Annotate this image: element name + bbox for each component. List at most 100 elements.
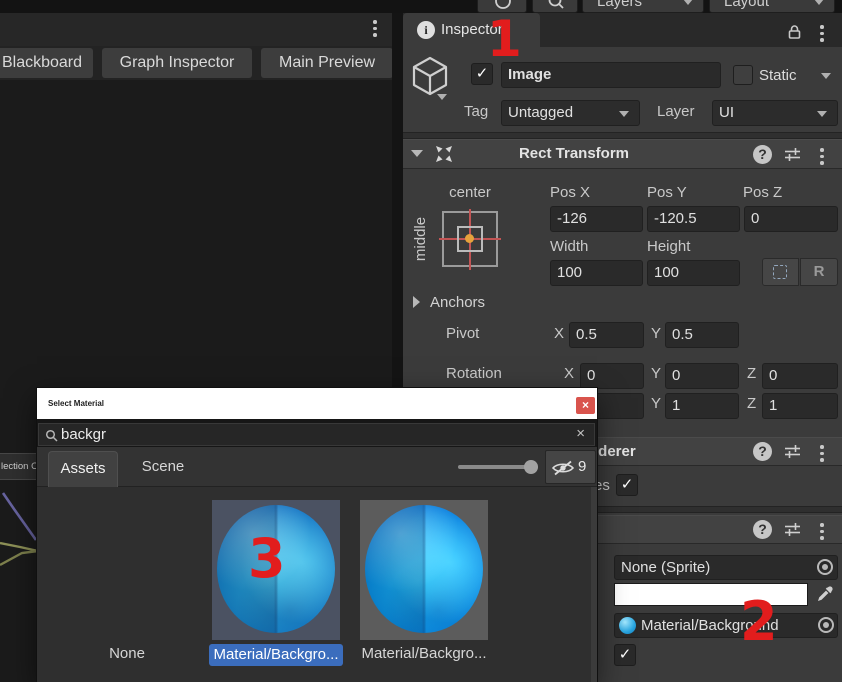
tab-main-preview[interactable]: Main Preview [261, 48, 393, 78]
static-checkbox[interactable] [733, 65, 753, 85]
width-field[interactable]: 100 [550, 260, 643, 286]
presets-icon[interactable] [784, 444, 801, 459]
material-item-none-label[interactable]: None [67, 645, 187, 662]
presets-icon[interactable] [784, 147, 801, 162]
scale-z-value: 1 [769, 397, 777, 414]
annotation-3: 3 [248, 532, 286, 586]
scale-z-field[interactable]: 1 [762, 393, 838, 419]
thumbnail-size-slider-handle[interactable] [524, 460, 538, 474]
help-icon[interactable]: ? [753, 145, 772, 164]
pos-y-label: Pos Y [647, 184, 687, 201]
rotation-x-field[interactable]: 0 [580, 363, 644, 389]
color-swatch[interactable] [614, 583, 808, 606]
rotation-y-field[interactable]: 0 [665, 363, 739, 389]
pivot-x-field[interactable]: 0.5 [569, 322, 644, 348]
material-field[interactable]: Material/Background [614, 613, 838, 638]
tab-graph-inspector[interactable]: Graph Inspector [102, 48, 252, 78]
layers-dropdown[interactable]: Layers [582, 0, 704, 13]
eyedropper-icon[interactable] [816, 585, 834, 603]
tab-main-preview-label: Main Preview [279, 54, 375, 71]
axis-y-label: Y [651, 365, 661, 382]
object-picker-icon[interactable] [818, 617, 834, 633]
overflow-menu-icon[interactable] [371, 18, 379, 39]
gameobject-name-field[interactable]: Image [501, 62, 721, 88]
anchors-label[interactable]: Anchors [430, 294, 485, 311]
material-item-2-label[interactable]: Material/Backgro... [360, 645, 488, 662]
dialog-scrollbar[interactable] [591, 487, 597, 682]
overflow-menu-icon[interactable] [818, 521, 826, 542]
tab-blackboard[interactable]: Blackboard [0, 48, 93, 78]
axis-x-label: X [554, 325, 564, 342]
pos-z-value: 0 [751, 210, 759, 227]
foldout-closed-icon[interactable] [413, 296, 420, 308]
overflow-menu-icon[interactable] [818, 443, 826, 464]
help-icon[interactable]: ? [753, 442, 772, 461]
clear-search-icon[interactable]: × [576, 425, 585, 442]
source-image-field[interactable]: None (Sprite) [614, 555, 838, 580]
tag-dropdown[interactable]: Untagged [501, 100, 640, 126]
chevron-down-icon [817, 111, 827, 117]
close-icon: × [582, 398, 589, 412]
layout-dropdown[interactable]: Layout [709, 0, 835, 13]
tab-scene[interactable]: Scene [132, 447, 194, 487]
layer-label: Layer [657, 103, 695, 120]
pos-x-value: -126 [557, 210, 587, 227]
pos-y-value: -120.5 [654, 210, 697, 227]
height-field[interactable]: 100 [647, 260, 740, 286]
dialog-titlebar[interactable]: Select Material × [37, 388, 597, 419]
select-material-dialog: Select Material × backgr × Assets Scene [37, 388, 597, 682]
pos-z-field[interactable]: 0 [744, 206, 838, 232]
material-sphere-icon [619, 617, 636, 634]
search-icon [45, 429, 58, 442]
search-value: backgr [61, 426, 106, 443]
chevron-down-icon [814, 0, 824, 5]
pos-y-field[interactable]: -120.5 [647, 206, 740, 232]
anchor-horizontal-label: center [430, 184, 510, 201]
pivot-label: Pivot [446, 325, 479, 342]
search-toolbar-button[interactable] [532, 0, 578, 13]
material-item-2-thumbnail[interactable] [360, 500, 488, 640]
hidden-panel-fragment-text: lection O [1, 461, 38, 472]
pivot-x-value: 0.5 [576, 326, 597, 343]
axis-y-label: Y [651, 395, 661, 412]
raw-edit-mode-button[interactable]: R [800, 258, 838, 286]
info-icon: i [417, 21, 435, 39]
raycast-target-checkbox[interactable]: ✓ [614, 644, 636, 666]
scale-y-field[interactable]: 1 [665, 393, 739, 419]
presets-icon[interactable] [784, 522, 801, 537]
pivot-y-field[interactable]: 0.5 [665, 322, 739, 348]
annotation-2: 2 [740, 595, 778, 649]
static-caret-icon[interactable] [821, 73, 831, 79]
blueprint-icon [773, 265, 787, 279]
gameobject-cube-icon [410, 54, 450, 98]
graph-panel-header [0, 13, 392, 46]
material-sphere-preview [365, 505, 483, 633]
tab-graph-inspector-label: Graph Inspector [120, 54, 235, 71]
material-item-1-text: Material/Backgro... [213, 646, 338, 663]
rotation-z-field[interactable]: 0 [762, 363, 838, 389]
section-divider [403, 132, 842, 139]
hidden-count: 9 [578, 458, 586, 475]
help-icon[interactable]: ? [753, 520, 772, 539]
tab-assets[interactable]: Assets [48, 451, 118, 487]
graph-tabbar: Blackboard Graph Inspector Main Preview [0, 46, 392, 80]
object-picker-icon[interactable] [817, 559, 833, 575]
axis-z-label: Z [747, 395, 756, 412]
lock-icon[interactable] [788, 24, 801, 40]
gameobject-icon-caret[interactable] [437, 94, 447, 100]
canvas-renderer-checkbox[interactable]: ✓ [616, 474, 638, 496]
layer-value: UI [719, 104, 734, 121]
dialog-close-button[interactable]: × [576, 397, 595, 414]
tab-assets-label: Assets [60, 460, 105, 477]
overflow-menu-icon[interactable] [818, 23, 826, 44]
hidden-packages-toggle[interactable]: 9 [545, 450, 596, 484]
overflow-menu-icon[interactable] [818, 146, 826, 167]
tag-value: Untagged [508, 104, 573, 121]
layer-dropdown[interactable]: UI [712, 100, 838, 126]
pos-x-field[interactable]: -126 [550, 206, 643, 232]
search-input[interactable]: backgr × [38, 423, 595, 446]
dialog-tabbar: Assets Scene 9 [37, 447, 597, 487]
rotation-z-value: 0 [769, 367, 777, 384]
material-item-1-label[interactable]: Material/Backgro... [209, 644, 343, 666]
blueprint-mode-button[interactable] [762, 258, 799, 286]
